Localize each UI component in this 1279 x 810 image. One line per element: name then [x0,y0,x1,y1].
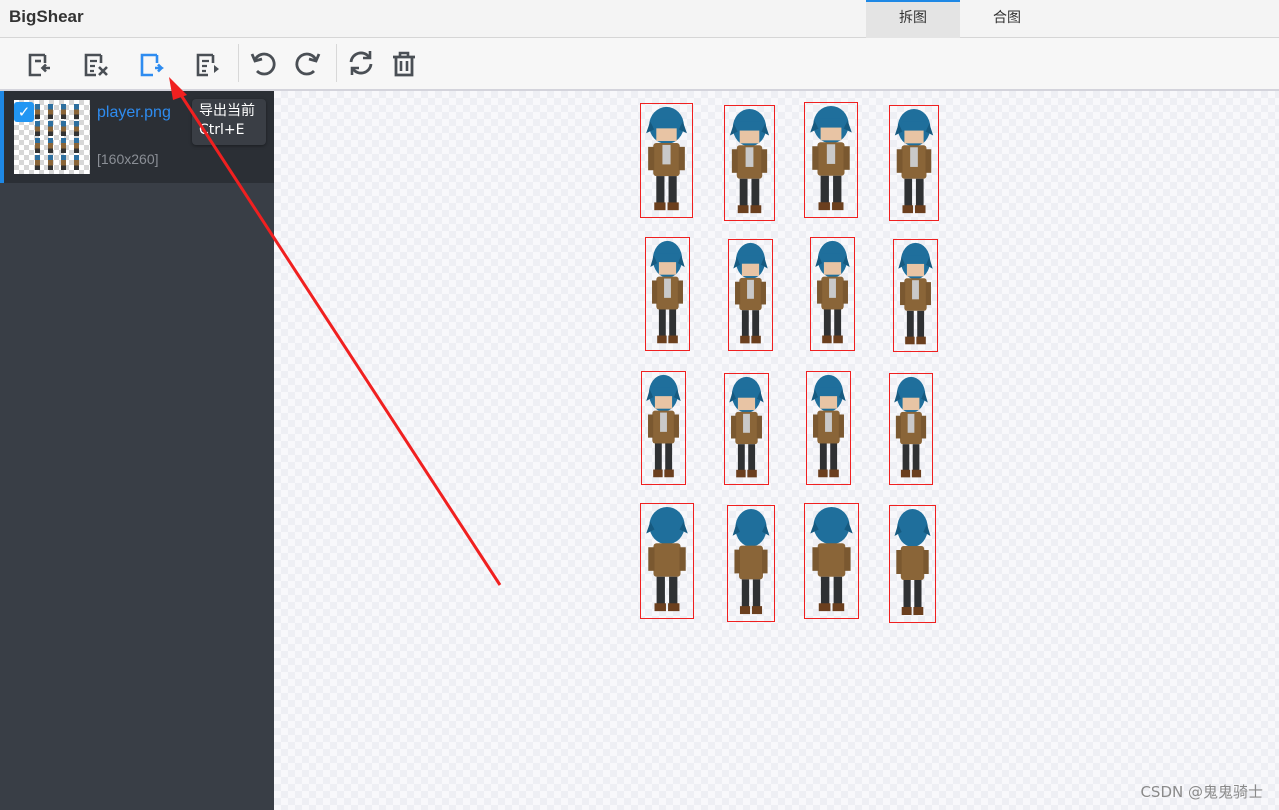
import-file-icon [28,53,50,77]
thumbnail-sprite [61,121,66,136]
refresh-icon [349,51,373,75]
tab-merge[interactable]: 合图 [960,0,1054,37]
export-tooltip: 导出当前 Ctrl+E [192,99,266,145]
sprite-frame[interactable] [889,105,939,221]
thumbnail-sprite [61,155,66,170]
thumbnail-sprite [48,155,53,170]
sprite-frame[interactable] [727,505,775,622]
character-sprite [894,376,928,478]
thumbnail-sprite [48,104,53,119]
sprite-frame[interactable] [804,503,859,619]
character-sprite [733,242,768,344]
sprite-canvas[interactable] [274,91,1279,810]
export-current-button[interactable] [135,46,169,80]
sprite-frame[interactable] [724,105,775,221]
thumbnail-sprite [61,104,66,119]
file-size: [160x260] [97,151,159,167]
toolbar-separator [238,44,239,82]
thumbnail-sprite [35,104,40,119]
character-sprite [894,108,934,214]
undo-button[interactable] [246,46,280,80]
tab-split[interactable]: 拆图 [866,0,960,39]
thumbnail-sprite [61,138,66,153]
thumbnail-sprite [48,138,53,153]
thumbnail-sprite [74,155,79,170]
toolbar [0,38,1279,91]
thumbnail-sprite [35,121,40,136]
trash-icon [393,51,415,77]
sprite-frame[interactable] [804,102,858,218]
title-bar: BigShear 拆图 合图 [0,0,1279,39]
export-current-icon [140,53,164,77]
tooltip-shortcut: Ctrl+E [199,122,245,138]
clear-file-button[interactable] [79,46,113,80]
thumbnail-sprite [35,138,40,153]
sprite-frame[interactable] [645,237,690,351]
character-sprite [815,240,850,344]
export-all-button[interactable] [191,46,225,80]
character-sprite [646,106,687,211]
thumbnail-sprite [74,138,79,153]
character-sprite [650,240,685,344]
character-sprite [729,108,770,214]
character-sprite [732,508,770,615]
character-sprite [810,506,853,612]
refresh-button[interactable] [344,46,378,80]
thumbnail-sprite [35,155,40,170]
watermark: CSDN @鬼鬼骑士 [1140,783,1263,801]
delete-button[interactable] [387,46,421,80]
file-list-sidebar: ✓ player.png [160x260] [0,91,274,810]
character-sprite [811,374,846,478]
sprite-frame[interactable] [640,103,693,218]
file-checkbox[interactable]: ✓ [14,102,34,122]
sprite-frame[interactable] [640,503,694,619]
character-sprite [729,376,764,478]
thumbnail-sprite [48,121,53,136]
sprite-frame[interactable] [728,239,773,351]
redo-icon [295,52,321,76]
sprite-frame[interactable] [889,505,936,623]
sprite-frame[interactable] [641,371,686,485]
sprite-frame[interactable] [724,373,769,485]
clear-file-icon [84,53,108,77]
file-name: player.png [97,104,171,121]
character-sprite [894,509,931,615]
app-title: BigShear [9,7,84,26]
toolbar-separator [336,44,337,82]
character-sprite [646,506,688,612]
export-all-icon [196,53,219,77]
thumbnail-sprites [32,103,88,171]
tooltip-title: 导出当前 [199,103,255,119]
character-sprite [646,374,681,478]
character-sprite [898,242,933,345]
sprite-frame[interactable] [806,371,851,485]
redo-button[interactable] [291,46,325,80]
sprite-frame[interactable] [810,237,855,351]
thumbnail-sprite [74,121,79,136]
sprite-frame[interactable] [889,373,933,485]
undo-icon [250,52,276,76]
sprite-frame[interactable] [893,239,938,352]
import-file-button[interactable] [23,46,57,80]
thumbnail-sprite [74,104,79,119]
character-sprite [810,105,852,211]
